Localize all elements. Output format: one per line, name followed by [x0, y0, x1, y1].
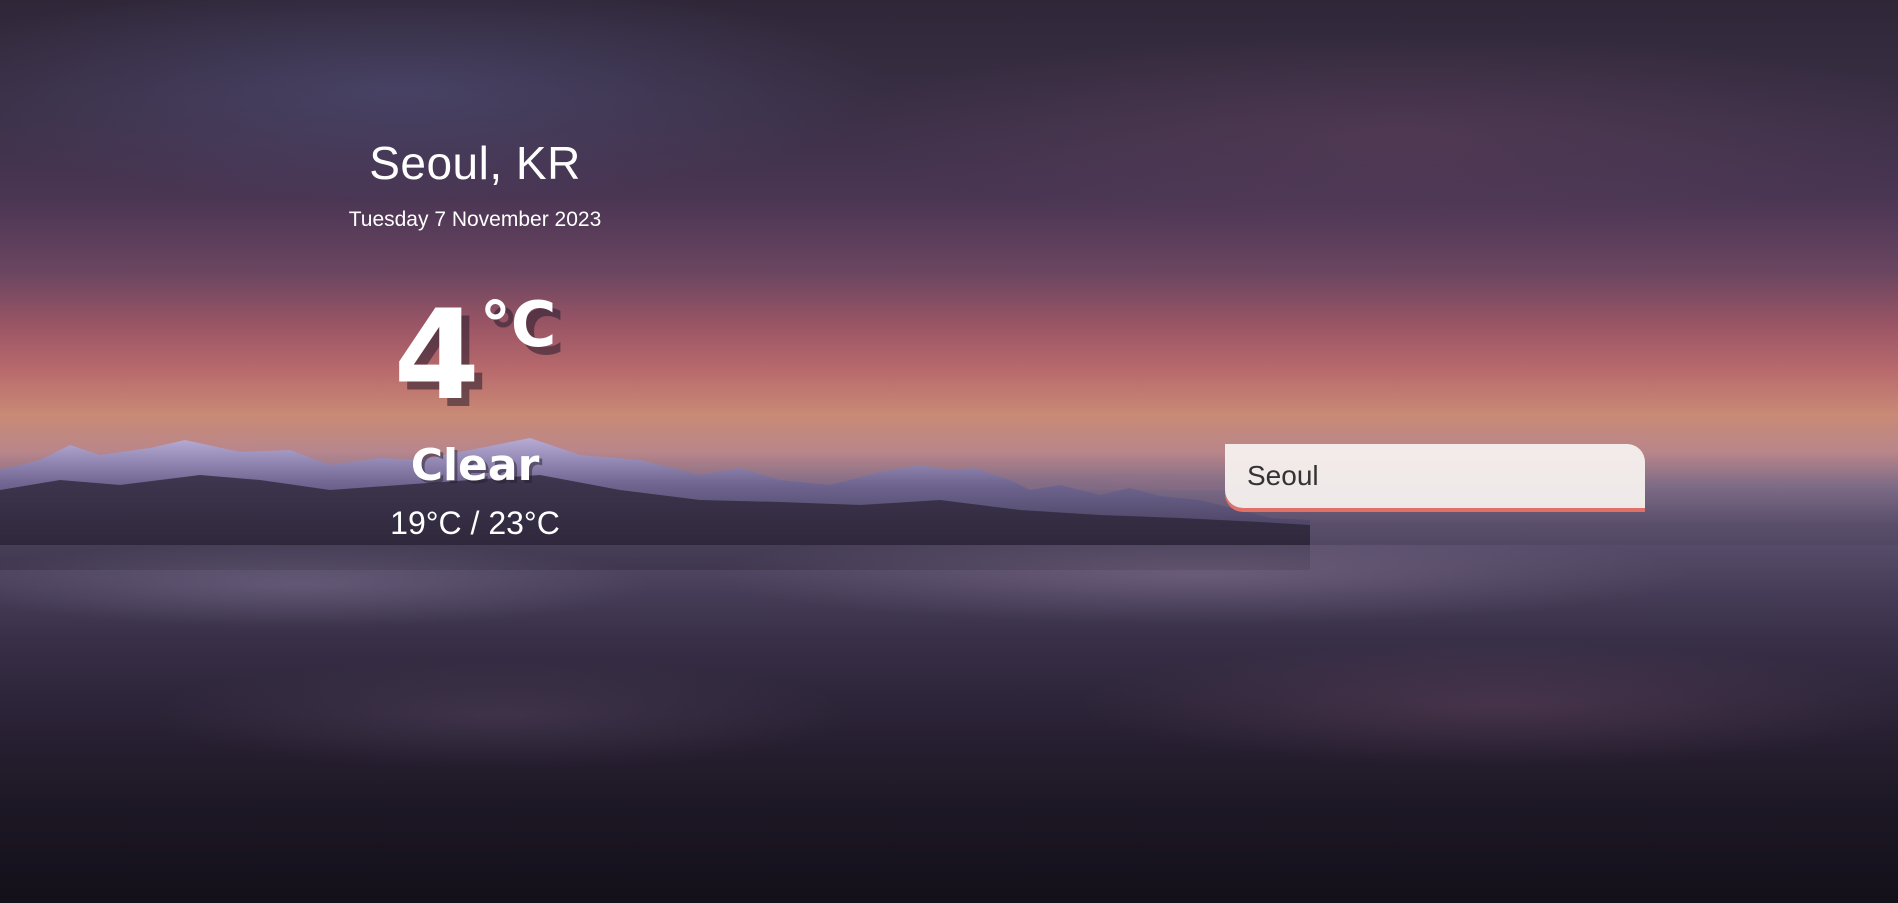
- cloud-sea: [0, 545, 1898, 903]
- weather-panel: Seoul, KR Tuesday 7 November 2023 4°C Cl…: [275, 140, 675, 542]
- date-label: Tuesday 7 November 2023: [348, 208, 602, 231]
- temperature-range: 19°C / 23°C: [390, 505, 560, 541]
- location-title: Seoul, KR: [369, 137, 581, 189]
- temperature-value: 4: [393, 284, 480, 428]
- city-search-input[interactable]: [1225, 444, 1645, 508]
- current-temperature: 4°C: [275, 294, 675, 419]
- weather-condition: Clear: [410, 440, 540, 491]
- temperature-unit: °C: [479, 288, 557, 361]
- app-background: Seoul, KR Tuesday 7 November 2023 4°C Cl…: [0, 0, 1898, 903]
